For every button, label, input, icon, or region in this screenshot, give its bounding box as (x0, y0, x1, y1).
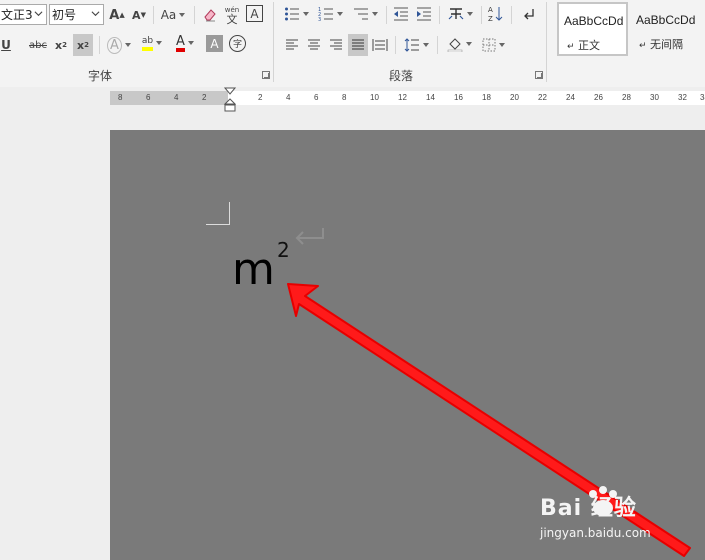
paw-logo-icon (589, 486, 617, 516)
watermark-url: jingyan.baidu.com (540, 526, 651, 540)
red-arrow-annotation (287, 283, 691, 557)
watermark: Bai 经验 jingyan.baidu.com (540, 486, 651, 540)
